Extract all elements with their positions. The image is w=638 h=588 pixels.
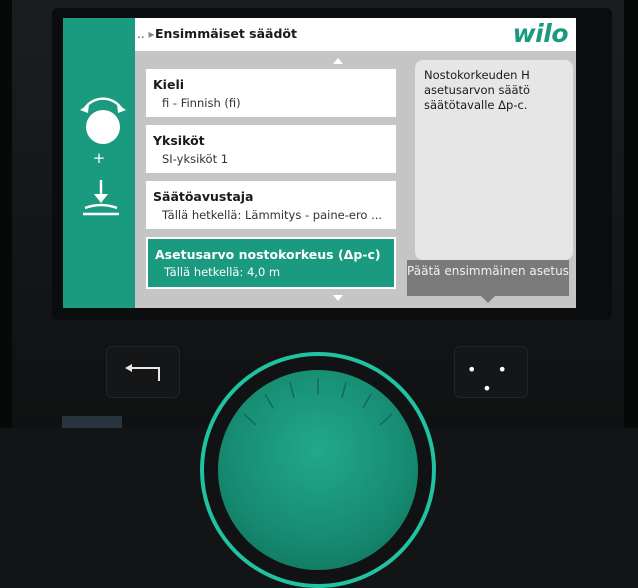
confirm-pointer-icon — [481, 296, 495, 303]
push-knob-icon — [83, 180, 119, 216]
info-text: Nostokorkeuden H asetusarvon säätö säätö… — [424, 68, 531, 112]
info-box: Nostokorkeuden H asetusarvon säätö säätö… — [415, 60, 573, 260]
scroll-up-arrow-icon[interactable] — [333, 58, 343, 64]
list-item-control-assistant[interactable]: Säätöavustaja Tällä hetkellä: Lämmitys -… — [146, 181, 396, 229]
scroll-down-arrow-icon[interactable] — [333, 295, 343, 301]
back-button[interactable] — [106, 346, 180, 398]
list-item-setpoint-head[interactable]: Asetusarvo nostokorkeus (Δp-c) Tällä het… — [146, 237, 396, 289]
list-item-value: Tällä hetkellä: 4,0 m — [164, 265, 281, 279]
device-edge-right — [624, 0, 638, 428]
corner-tag — [62, 416, 122, 428]
list-item-value: SI-yksiköt 1 — [162, 152, 229, 166]
screen-header: .. ▸ Ensimmäiset säädöt wilo — [135, 18, 576, 51]
list-item-title: Yksiköt — [153, 133, 205, 148]
confirm-first-setting-button[interactable]: Päätä ensimmäinen asetus — [407, 260, 569, 296]
list-item-value: Tällä hetkellä: Lämmitys - paine-ero ... — [162, 208, 383, 222]
list-item-title: Kieli — [153, 77, 185, 92]
list-item-units[interactable]: Yksiköt SI-yksiköt 1 — [146, 125, 396, 173]
page-title: Ensimmäiset säädöt — [155, 26, 297, 41]
breadcrumb-dots: .. — [137, 27, 145, 41]
list-item-value: fi - Finnish (fi) — [162, 96, 241, 110]
settings-list: Kieli fi - Finnish (fi) Yksiköt SI-yksik… — [135, 51, 475, 308]
rotate-knob-icon — [80, 97, 126, 144]
dial-grip-icon — [243, 378, 393, 426]
brand-logo: wilo — [512, 19, 569, 48]
plus-sign: + — [92, 149, 106, 167]
return-arrow-icon — [125, 364, 160, 381]
display-screen: + .. ▸ Ensimmäiset säädöt wilo Kieli fi … — [63, 18, 576, 308]
list-item-title: Säätöavustaja — [153, 189, 254, 204]
list-item-title: Asetusarvo nostokorkeus (Δp-c) — [155, 247, 381, 262]
pump-control-device: + .. ▸ Ensimmäiset säädöt wilo Kieli fi … — [0, 0, 638, 588]
device-edge-left — [0, 0, 12, 428]
chevron-right-icon: ▸ — [148, 27, 155, 41]
confirm-button-label: Päätä ensimmäinen asetus — [407, 264, 569, 278]
context-menu-button[interactable]: • • • — [454, 346, 528, 398]
side-panel: + — [63, 18, 135, 308]
more-dots-icon: • • • — [467, 360, 515, 398]
list-item-language[interactable]: Kieli fi - Finnish (fi) — [146, 69, 396, 117]
